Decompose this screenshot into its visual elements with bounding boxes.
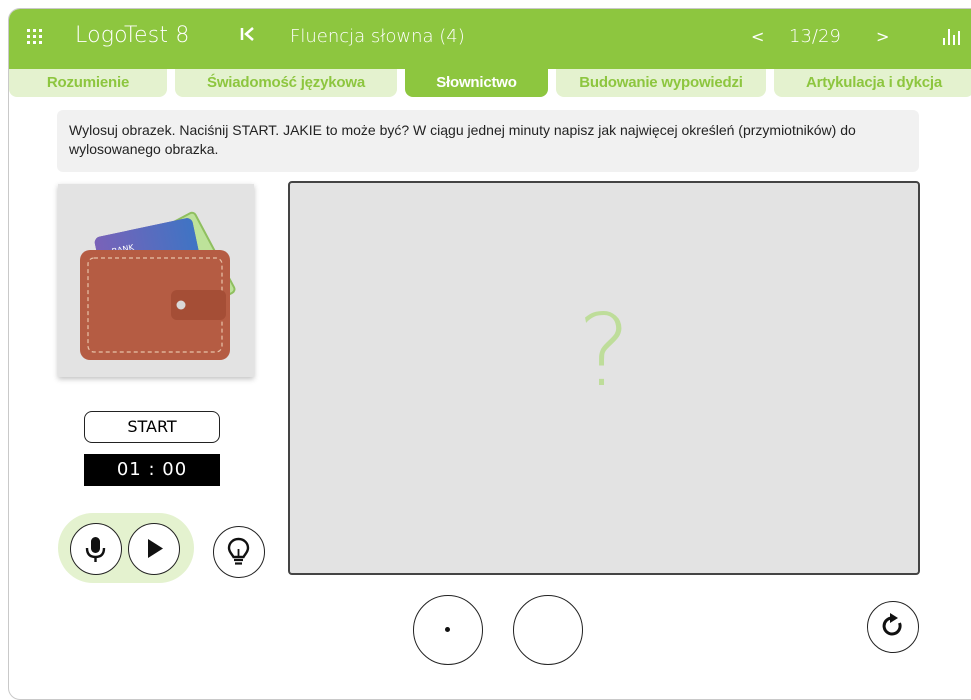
record-button[interactable]: [70, 523, 122, 575]
timer-display: 01 : 00: [84, 454, 220, 486]
picture-card[interactable]: $ BANK: [58, 184, 254, 377]
answer-area[interactable]: ?: [288, 181, 920, 575]
stats-icon[interactable]: [943, 29, 961, 45]
wallet-icon: $ BANK: [80, 211, 236, 360]
tab-slownictwo[interactable]: Słownictwo: [405, 69, 548, 97]
app-frame: LogoTest 8 Fluencja słowna (4) < 13/29 >…: [8, 8, 971, 700]
tab-rozumienie[interactable]: Rozumienie: [9, 69, 167, 97]
instruction-text: Wylosuj obrazek. Naciśnij START. JAKIE t…: [57, 110, 919, 172]
grid-menu-icon[interactable]: [27, 29, 43, 45]
exercise-title: Fluencja słowna (4): [290, 26, 465, 47]
next-button[interactable]: >: [876, 27, 889, 46]
placeholder-question-mark: ?: [577, 292, 631, 409]
tab-swiadomosc-jezykowa[interactable]: Świadomość językowa: [175, 69, 397, 97]
prev-button[interactable]: <: [751, 27, 764, 46]
reload-icon: [882, 613, 902, 636]
pen-small-button[interactable]: [413, 595, 483, 665]
small-dot-icon: [445, 627, 450, 632]
lightbulb-icon: [227, 537, 250, 565]
eraser-button[interactable]: [513, 595, 583, 665]
hint-button[interactable]: [213, 526, 265, 578]
page-counter: 13/29: [789, 26, 841, 47]
app-title: LogoTest 8: [75, 23, 190, 48]
top-bar: LogoTest 8 Fluencja słowna (4) < 13/29 >: [9, 9, 971, 69]
tab-budowanie-wypowiedzi[interactable]: Budowanie wypowiedzi: [556, 69, 766, 97]
category-tabs: Rozumienie Świadomość językowa Słownictw…: [9, 69, 971, 97]
reset-button[interactable]: [867, 601, 919, 653]
play-button[interactable]: [128, 523, 180, 575]
microphone-icon: [85, 537, 106, 562]
play-icon: [148, 539, 163, 558]
start-button[interactable]: START: [84, 411, 220, 443]
first-page-icon[interactable]: [239, 24, 257, 48]
tab-artykulacja-i-dykcja[interactable]: Artykulacja i dykcja: [774, 69, 971, 97]
